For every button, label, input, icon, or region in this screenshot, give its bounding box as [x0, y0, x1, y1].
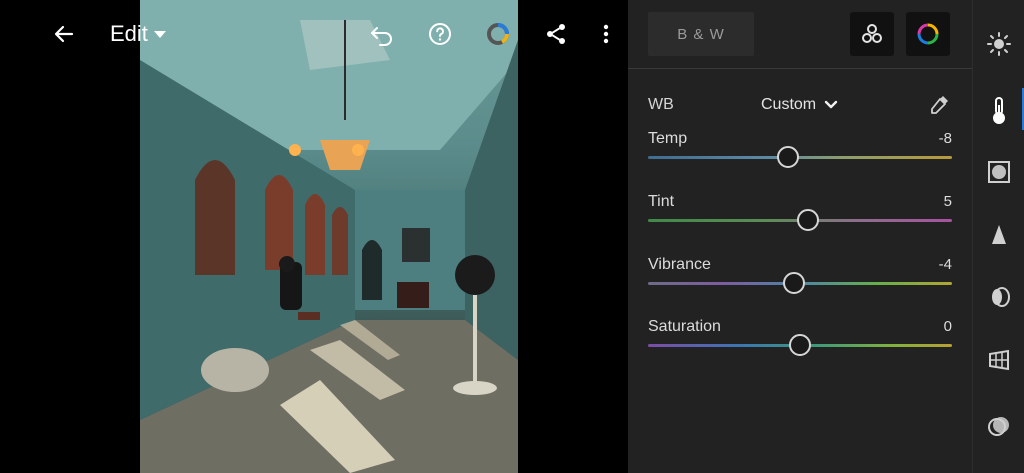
eyedropper-button[interactable] — [926, 92, 952, 118]
help-icon — [429, 23, 451, 45]
edited-photo[interactable] — [140, 0, 518, 473]
loading-ring-icon — [487, 23, 509, 45]
lightroom-editor: Edit B & W WB Custom Temp -8 Tint 5 Vibr… — [0, 0, 1024, 473]
eyedropper-icon — [931, 96, 948, 114]
rail-effects-button[interactable] — [973, 150, 1024, 194]
saturation-label: Saturation — [648, 318, 721, 335]
caret-down-icon — [153, 30, 166, 38]
wb-preset-dropdown[interactable]: Custom — [761, 96, 838, 114]
geometry-icon — [989, 349, 1009, 371]
presets-icon — [988, 417, 1009, 436]
temp-track[interactable] — [648, 156, 952, 159]
vibrance-thumb[interactable] — [782, 272, 805, 294]
temp-label: Temp — [648, 130, 688, 147]
vibrance-slider-group: Vibrance -4 — [648, 256, 952, 306]
undo-icon — [371, 27, 392, 46]
color-mix-icon — [862, 24, 882, 43]
tint-thumb[interactable] — [796, 209, 819, 231]
chevron-down-icon — [824, 100, 838, 109]
color-grading-button[interactable] — [906, 12, 950, 56]
rail-light-button[interactable] — [973, 22, 1024, 66]
undo-button[interactable] — [362, 14, 402, 54]
edit-mode-label: Edit — [110, 21, 148, 46]
edit-mode-dropdown[interactable]: Edit — [110, 14, 190, 54]
tint-label: Tint — [648, 193, 675, 210]
more-vertical-icon — [603, 24, 609, 44]
effects-icon — [988, 161, 1010, 183]
temp-value[interactable]: -8 — [939, 130, 952, 147]
temp-thumb[interactable] — [776, 146, 799, 168]
saturation-value[interactable]: 0 — [944, 318, 952, 335]
optics-icon — [992, 287, 1010, 307]
rail-presets-button[interactable] — [973, 404, 1024, 448]
white-balance-row: WB Custom — [648, 92, 952, 118]
help-button[interactable] — [420, 14, 460, 54]
saturation-slider-group: Saturation 0 — [648, 318, 952, 368]
color-temperature-icon — [993, 97, 1005, 124]
share-button[interactable] — [536, 14, 576, 54]
tint-slider-group: Tint 5 — [648, 193, 952, 243]
detail-icon — [992, 225, 1006, 244]
color-wheel-icon — [917, 23, 939, 45]
wb-preset-value: Custom — [761, 96, 817, 113]
back-button[interactable] — [44, 14, 84, 54]
share-icon — [547, 24, 565, 44]
photo-illustration — [140, 0, 518, 473]
tint-value[interactable]: 5 — [944, 193, 952, 210]
saturation-thumb[interactable] — [789, 334, 811, 356]
tool-rail — [972, 0, 1024, 473]
profile-mix-button[interactable] — [850, 12, 894, 56]
color-edit-panel: B & W WB Custom Temp -8 Tint 5 Vibrance … — [628, 0, 972, 473]
arrow-left-icon — [54, 25, 74, 43]
rail-color-button[interactable] — [973, 88, 1024, 132]
processing-indicator[interactable] — [478, 14, 518, 54]
more-options-button[interactable] — [588, 14, 624, 54]
vibrance-label: Vibrance — [648, 256, 711, 273]
rail-optics-button[interactable] — [973, 275, 1024, 319]
black-and-white-button[interactable]: B & W — [648, 12, 754, 56]
rail-detail-button[interactable] — [973, 213, 1024, 257]
photo-canvas[interactable]: Edit — [0, 0, 628, 473]
rail-geometry-button[interactable] — [973, 338, 1024, 382]
vibrance-value[interactable]: -4 — [939, 256, 952, 273]
top-toolbar: Edit — [0, 0, 628, 68]
panel-header: B & W — [628, 0, 972, 69]
temp-slider-group: Temp -8 — [648, 130, 952, 180]
wb-label: WB — [648, 96, 674, 113]
light-icon — [987, 32, 1011, 56]
